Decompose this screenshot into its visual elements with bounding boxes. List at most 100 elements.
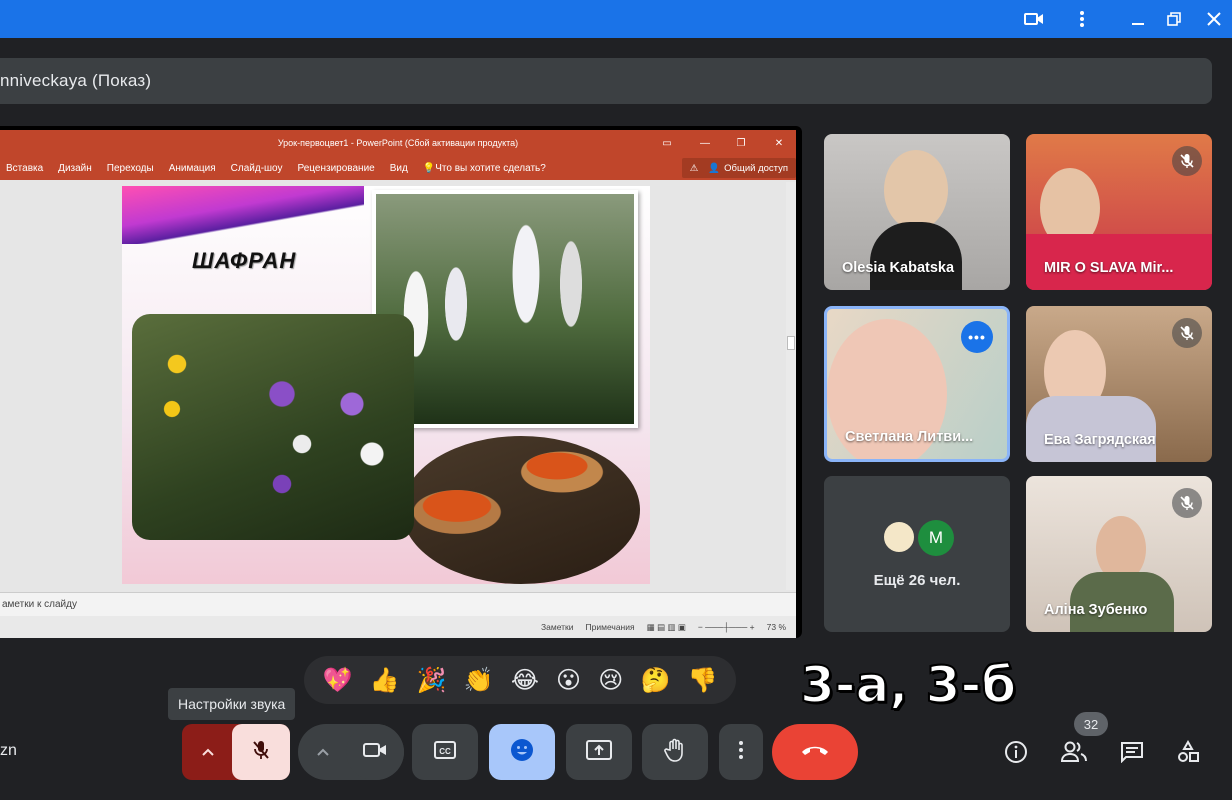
ppt-scroll-thumb (787, 336, 795, 350)
lightbulb-icon: 💡 (422, 162, 436, 174)
ribbon-display-icon: ▭ (662, 137, 672, 149)
participant-name: Ева Загрядская (1044, 432, 1156, 448)
ppt-restore-icon: ❐ (736, 137, 746, 149)
slide-swoosh (122, 186, 364, 244)
presenter-bar: nniveckaya (Показ) (0, 58, 1212, 104)
reaction-surprised[interactable]: 😮 (556, 666, 581, 695)
audio-settings-button[interactable] (182, 724, 234, 780)
more-participants-label: Ещё 26 чел. (873, 572, 961, 589)
present-icon (586, 739, 612, 765)
ppt-minimize-icon: — (700, 137, 710, 149)
participant-tile[interactable]: Olesia Kabatska (824, 134, 1010, 290)
warning-icon: ⚠ (689, 162, 699, 174)
participant-tile[interactable]: ••• Светлана Литви... (824, 306, 1010, 462)
mic-off-icon (1172, 146, 1202, 176)
participant-tile[interactable]: MIR O SLAVA Mir... (1026, 134, 1212, 290)
ribbon-tab: Слайд-шоу (230, 162, 283, 174)
status-zoom: 73 % (766, 622, 786, 632)
leave-call-button[interactable] (772, 724, 858, 780)
presenter-label: nniveckaya (Показ) (0, 71, 152, 90)
status-notes: Заметки (541, 622, 574, 632)
audio-settings-tooltip: Настройки звука (168, 688, 296, 720)
reaction-heart[interactable]: 💖 (323, 666, 353, 695)
reaction-party[interactable]: 🎉 (417, 666, 447, 695)
overlay-annotation: 3-а, 3-б (799, 655, 1017, 715)
chat-icon[interactable] (1116, 736, 1148, 768)
camera-toggle-button[interactable] (346, 724, 404, 780)
ppt-ribbon: Вставка Дизайн Переходы Анимация Слайд-ш… (0, 156, 796, 180)
participant-tile[interactable]: Ева Загрядская (1026, 306, 1212, 462)
participant-tile[interactable]: Аліна Зубенко (1026, 476, 1212, 632)
ribbon-tab: Вставка (6, 162, 44, 174)
participant-name: Olesia Kabatska (842, 260, 955, 276)
svg-text:CC: CC (439, 747, 451, 756)
people-icon[interactable] (1058, 736, 1090, 768)
crocus-photo-purple (132, 314, 414, 540)
mic-toggle-button[interactable] (232, 724, 290, 780)
video-feed-body (870, 222, 962, 290)
raise-hand-button[interactable] (642, 724, 708, 780)
video-icon[interactable] (1016, 0, 1052, 38)
mic-off-icon (251, 739, 271, 766)
minimize-icon[interactable] (1120, 0, 1156, 38)
slide-title: ШАФРАН (192, 248, 297, 273)
hand-icon (664, 738, 686, 767)
ribbon-tab: Вид (389, 162, 408, 174)
close-icon[interactable] (1196, 0, 1232, 38)
shared-screen[interactable]: Урок-первоцвет1 - PowerPoint (Сбой актив… (0, 126, 802, 638)
window-titlebar (0, 0, 1232, 38)
call-end-icon (800, 743, 830, 762)
meeting-code: zn (0, 742, 17, 759)
ribbon-tab: Рецензирование (297, 162, 375, 174)
ribbon-tab: Переходы (106, 162, 154, 174)
reactions-button[interactable] (489, 724, 555, 780)
view-icons: ▦ ▤ ▥ ▣ (646, 621, 686, 632)
ppt-statusbar: Заметки Примечания ▦ ▤ ▥ ▣ − ───┼─── + 7… (0, 616, 796, 638)
ppt-notes-pane: аметки к слайду (0, 592, 796, 616)
ppt-editor: ШАФРАН (0, 180, 796, 592)
participant-name: Аліна Зубенко (1044, 602, 1148, 618)
activities-icon[interactable] (1172, 736, 1204, 768)
reaction-sad[interactable]: 😢 (598, 666, 623, 695)
mic-off-icon (1172, 488, 1202, 518)
person-icon: 👤 (708, 162, 721, 174)
captions-button[interactable]: CC (412, 724, 478, 780)
reaction-thumbs-down[interactable]: 👎 (688, 666, 718, 695)
avatar (882, 520, 916, 554)
more-vert-icon[interactable] (1064, 0, 1100, 38)
ribbon-tab: Анимация (168, 162, 216, 174)
participant-count-badge: 32 (1074, 712, 1108, 736)
slide: ШАФРАН (122, 186, 650, 584)
avatar: M (918, 520, 954, 556)
mic-off-icon (1172, 318, 1202, 348)
reaction-clap[interactable]: 👏 (464, 666, 494, 695)
restore-icon[interactable] (1156, 0, 1192, 38)
camera-icon (363, 741, 387, 764)
saffron-photo (402, 436, 640, 584)
reaction-thinking[interactable]: 🤔 (640, 666, 670, 695)
captions-icon: CC (434, 740, 456, 764)
status-comments: Примечания (585, 622, 635, 632)
reaction-thumbs-up[interactable]: 👍 (370, 666, 400, 695)
participant-name: Светлана Литви... (845, 429, 974, 445)
participant-name: MIR O SLAVA Mir... (1044, 260, 1174, 276)
info-icon[interactable] (1000, 736, 1032, 768)
tell-me-field: 💡Что вы хотите сделать? (422, 162, 546, 174)
mic-group (182, 724, 290, 780)
reaction-laugh[interactable]: 😂 (511, 666, 539, 695)
more-options-icon[interactable]: ••• (961, 321, 993, 353)
emoji-icon (510, 738, 534, 767)
ribbon-tab: Дизайн (58, 162, 92, 174)
more-participants-tile[interactable]: M Ещё 26 чел. (824, 476, 1010, 632)
ppt-share-button: ⚠ 👤 Общий доступ (681, 158, 796, 178)
video-settings-button[interactable] (298, 724, 348, 780)
video-feed-body (1026, 396, 1156, 462)
ppt-close-icon: ✕ (774, 137, 784, 149)
camera-group (298, 724, 404, 780)
zoom-slider: − ───┼─── + (697, 622, 755, 632)
more-vert-icon (739, 740, 743, 764)
ppt-scrollbar (786, 182, 796, 590)
video-feed (884, 150, 948, 230)
more-options-button[interactable] (719, 724, 763, 780)
present-button[interactable] (566, 724, 632, 780)
